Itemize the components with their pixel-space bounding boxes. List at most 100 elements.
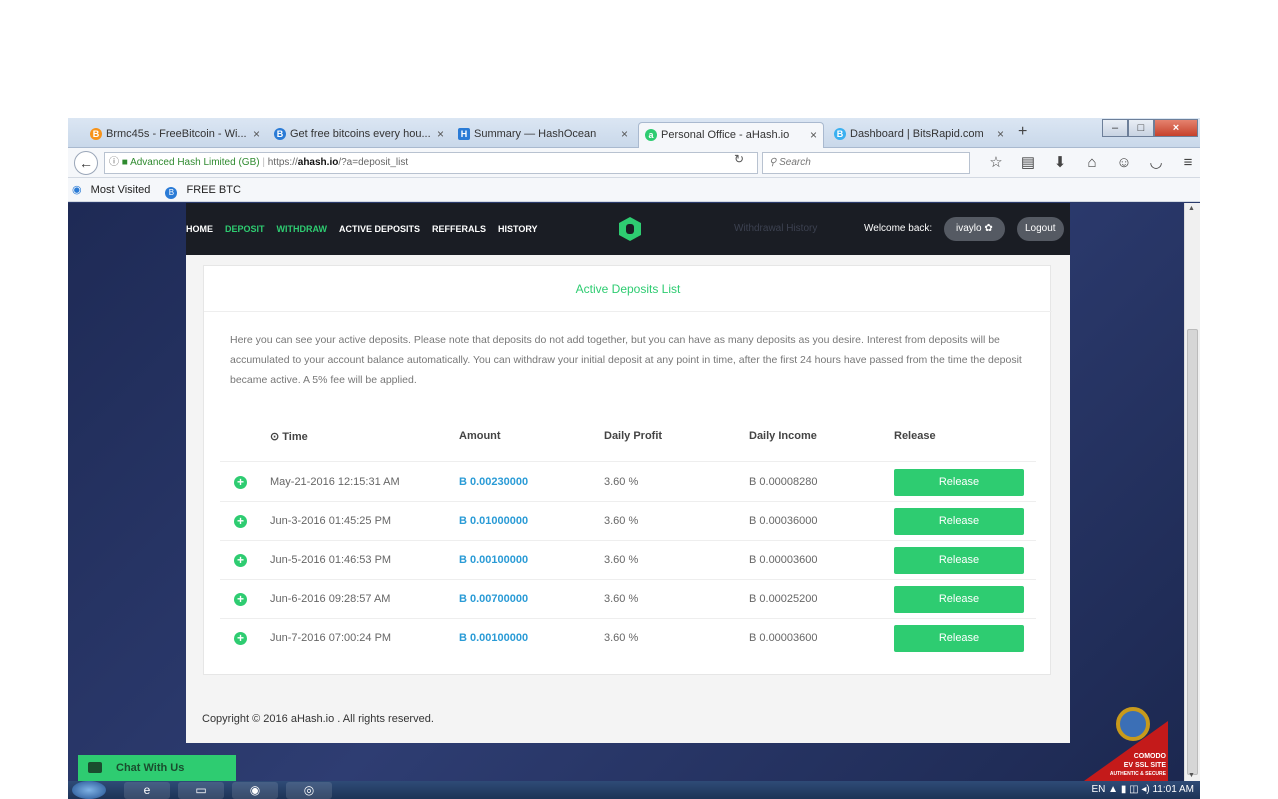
nav-refferals[interactable]: REFFERALS	[432, 224, 486, 234]
clock[interactable]: 11:01 AM	[1152, 784, 1194, 795]
cell-amount: B 0.00230000	[459, 476, 529, 488]
bookmark-most-visited[interactable]: ◉ Most Visited	[72, 184, 156, 196]
cell-time: May-21-2016 12:15:31 AM	[270, 476, 400, 488]
tab-label: Get free bitcoins every hou...	[290, 128, 431, 140]
most-visited-icon: ◉	[72, 184, 82, 196]
comodo-ev-ssl-seal[interactable]: COMODO EV SSL SITE AUTHENTIC & SECURE	[1084, 703, 1168, 781]
seal-line: COMODO	[1133, 753, 1166, 760]
menu-icon[interactable]: ≡	[1172, 152, 1200, 174]
chat-icon[interactable]: ☺	[1108, 152, 1140, 174]
table-row: + Jun-5-2016 01:46:53 PM B 0.00100000 3.…	[220, 541, 1036, 580]
bookmark-star-icon[interactable]: ☆	[980, 152, 1012, 174]
web-page: HOME DEPOSIT WITHDRAW ACTIVE DEPOSITS RE…	[68, 203, 1184, 781]
file-explorer-icon[interactable]: ▭	[178, 782, 224, 799]
tab-get-free-bitcoins[interactable]: B Get free bitcoins every hou... ×	[268, 122, 450, 148]
cell-daily-profit: 3.60 %	[604, 554, 639, 566]
ev-certificate-label[interactable]: Advanced Hash Limited (GB)	[130, 157, 260, 168]
close-window-button[interactable]: ×	[1154, 119, 1198, 137]
tab-label: Personal Office - aHash.io	[661, 129, 790, 141]
nav-history[interactable]: HISTORY	[498, 224, 538, 234]
release-button[interactable]: Release	[894, 586, 1024, 613]
seal-line: EV SSL SITE	[1123, 762, 1166, 769]
nav-withdraw[interactable]: WITHDRAW	[277, 224, 328, 234]
expand-plus-icon[interactable]: +	[234, 632, 247, 645]
ahash-icon: a	[645, 129, 657, 141]
navigation-toolbar: ← ⓘ ■ Advanced Hash Limited (GB) | https…	[68, 148, 1200, 178]
reading-list-icon[interactable]: ▤	[1012, 152, 1044, 174]
release-button[interactable]: Release	[894, 547, 1024, 574]
scroll-up-icon[interactable]: ▲	[1188, 205, 1195, 212]
url-bar[interactable]: ⓘ ■ Advanced Hash Limited (GB) | https:/…	[104, 152, 758, 174]
tray-icons[interactable]: ▲ ▮ ◫ ◂)	[1108, 784, 1152, 795]
site-nav-links: HOME DEPOSIT WITHDRAW ACTIVE DEPOSITS RE…	[186, 203, 550, 255]
tab-hashocean[interactable]: H Summary — HashOcean ×	[452, 122, 634, 148]
search-placeholder: Search	[779, 157, 811, 168]
withdrawal-history-link[interactable]: Withdrawal History	[734, 203, 817, 255]
back-button[interactable]: ←	[74, 151, 98, 175]
cell-amount: B 0.00100000	[459, 554, 529, 566]
nav-deposit[interactable]: DEPOSIT	[225, 224, 265, 234]
search-input[interactable]: ⚲ Search	[762, 152, 970, 174]
window-controls: – □ ×	[1102, 119, 1198, 139]
start-button[interactable]	[72, 781, 106, 799]
nav-home[interactable]: HOME	[186, 224, 213, 234]
nav-active-deposits[interactable]: ACTIVE DEPOSITS	[339, 224, 420, 234]
close-tab-icon[interactable]: ×	[437, 122, 444, 146]
logout-button[interactable]: Logout	[1017, 217, 1064, 241]
expand-plus-icon[interactable]: +	[234, 515, 247, 528]
scrollbar-thumb[interactable]	[1187, 329, 1198, 775]
url-path: /?a=deposit_list	[338, 157, 409, 168]
close-tab-icon[interactable]: ×	[810, 123, 817, 147]
close-tab-icon[interactable]: ×	[621, 122, 628, 146]
expand-plus-icon[interactable]: +	[234, 593, 247, 606]
expand-plus-icon[interactable]: +	[234, 554, 247, 567]
cell-daily-profit: 3.60 %	[604, 515, 639, 527]
close-tab-icon[interactable]: ×	[253, 122, 260, 146]
close-tab-icon[interactable]: ×	[997, 122, 1004, 146]
intro-text: Here you can see your active deposits. P…	[230, 334, 1022, 386]
new-tab-button[interactable]: +	[1018, 123, 1027, 141]
cell-daily-income: B 0.00003600	[749, 554, 818, 566]
pocket-icon[interactable]: ◡	[1140, 152, 1172, 174]
site-navbar: HOME DEPOSIT WITHDRAW ACTIVE DEPOSITS RE…	[186, 203, 1070, 255]
chrome-icon[interactable]: ◎	[286, 782, 332, 799]
cell-daily-income: B 0.00036000	[749, 515, 818, 527]
tab-ahash[interactable]: a Personal Office - aHash.io ×	[638, 122, 824, 148]
bookmark-free-btc[interactable]: B FREE BTC	[165, 184, 246, 199]
language-indicator[interactable]: EN	[1091, 784, 1105, 795]
table-row: + Jun-6-2016 09:28:57 AM B 0.00700000 3.…	[220, 580, 1036, 619]
minimize-button[interactable]: –	[1102, 119, 1128, 137]
download-icon[interactable]: ⬇	[1044, 152, 1076, 174]
info-icon[interactable]: ⓘ	[109, 157, 119, 168]
home-icon[interactable]: ⌂	[1076, 152, 1108, 174]
cell-amount: B 0.00100000	[459, 632, 529, 644]
bookmarks-bar: ◉ Most Visited B FREE BTC	[68, 178, 1200, 202]
chat-with-us-button[interactable]: Chat With Us	[78, 755, 236, 781]
toolbar-icons: ☆ ▤ ⬇ ⌂ ☺ ◡ ≡	[980, 152, 1200, 174]
bitcoin-orange-icon: B	[90, 128, 102, 140]
user-menu-button[interactable]: ivaylo ✿	[944, 217, 1005, 241]
cell-daily-income: B 0.00025200	[749, 593, 818, 605]
page-scrollbar[interactable]: ▲ ▼	[1184, 203, 1200, 781]
internet-explorer-icon[interactable]: e	[124, 782, 170, 799]
release-button[interactable]: Release	[894, 508, 1024, 535]
reload-icon[interactable]: ↻	[734, 152, 744, 166]
tab-freebitcoin[interactable]: B Brmc45s - FreeBitcoin - Wi... ×	[84, 122, 266, 148]
table-header: ⊙ Time Amount Daily Profit Daily Income …	[220, 430, 1036, 462]
scroll-down-icon[interactable]: ▼	[1188, 772, 1195, 779]
seal-text: COMODO EV SSL SITE AUTHENTIC & SECURE	[1104, 752, 1166, 779]
release-button[interactable]: Release	[894, 625, 1024, 652]
ahash-logo[interactable]	[619, 217, 641, 241]
browser-window: B Brmc45s - FreeBitcoin - Wi... × B Get …	[68, 118, 1200, 799]
tab-bitsrapid[interactable]: B Dashboard | BitsRapid.com ×	[828, 122, 1010, 148]
tab-bar: B Brmc45s - FreeBitcoin - Wi... × B Get …	[68, 118, 1200, 148]
firefox-icon[interactable]: ◉	[232, 782, 278, 799]
expand-plus-icon[interactable]: +	[234, 476, 247, 489]
header-time: ⊙ Time	[270, 431, 308, 443]
release-button[interactable]: Release	[894, 469, 1024, 496]
cell-daily-profit: 3.60 %	[604, 593, 639, 605]
windows-taskbar: e ▭ ◉ ◎ EN ▲ ▮ ◫ ◂) 11:01 AM	[68, 781, 1200, 799]
bitsrapid-icon: B	[834, 128, 846, 140]
tab-label: Brmc45s - FreeBitcoin - Wi...	[106, 128, 247, 140]
maximize-button[interactable]: □	[1128, 119, 1154, 137]
